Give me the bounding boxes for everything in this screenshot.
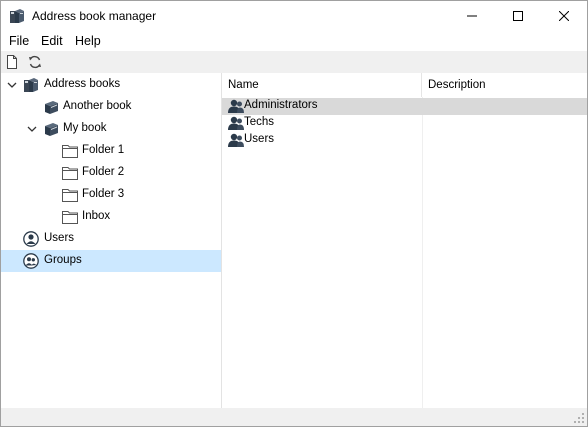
- book-icon: [43, 99, 59, 115]
- close-button[interactable]: [541, 1, 587, 31]
- list-row-users[interactable]: Users: [222, 132, 587, 149]
- refresh-button[interactable]: [27, 54, 43, 70]
- list-row-name: Users: [244, 133, 275, 145]
- new-document-icon: [7, 55, 17, 69]
- tree-item-label: Inbox: [82, 210, 111, 222]
- refresh-icon: [29, 55, 41, 69]
- folder-icon: [62, 187, 78, 203]
- group-icon: [228, 99, 244, 114]
- column-header-description[interactable]: Description: [422, 73, 587, 97]
- tree-item-users[interactable]: Users: [1, 228, 221, 250]
- tree-item-my-book[interactable]: My book: [1, 118, 221, 140]
- minimize-button[interactable]: [449, 1, 495, 31]
- menu-bar: File Edit Help: [1, 31, 587, 51]
- tree-item-label: Folder 1: [82, 144, 125, 156]
- tree-item-folder-1[interactable]: Folder 1: [1, 140, 221, 162]
- tree-item-folder-3[interactable]: Folder 3: [1, 184, 221, 206]
- group-icon: [228, 116, 244, 131]
- tree-item-folder-2[interactable]: Folder 2: [1, 162, 221, 184]
- resize-grip-icon[interactable]: [573, 412, 585, 424]
- folder-icon: [62, 143, 78, 159]
- menu-help[interactable]: Help: [75, 34, 101, 48]
- group-icon: [23, 253, 39, 269]
- menu-file[interactable]: File: [9, 34, 29, 48]
- tree-item-groups[interactable]: Groups: [1, 250, 221, 272]
- tree-item-label: Folder 3: [82, 188, 125, 200]
- title-bar[interactable]: Address book manager: [1, 1, 587, 31]
- list-row-administrators[interactable]: Administrators: [222, 98, 587, 115]
- chevron-down-icon[interactable]: [27, 124, 37, 134]
- tree-item-address-books[interactable]: Address books: [1, 74, 221, 96]
- minimize-icon: [467, 15, 477, 17]
- list-row-name: Administrators: [244, 99, 318, 111]
- user-icon: [23, 231, 39, 247]
- tree-item-label: Users: [44, 232, 75, 244]
- tree-item-label: Address books: [44, 78, 121, 90]
- tree-pane[interactable]: Address books Another book My book Folde…: [1, 73, 222, 408]
- group-icon: [228, 133, 244, 148]
- new-button[interactable]: [4, 54, 20, 70]
- maximize-button[interactable]: [495, 1, 541, 31]
- list-pane[interactable]: Name Description Administrators Techs Us…: [222, 73, 587, 408]
- address-books-icon: [9, 8, 25, 24]
- app-window: Address book manager File Edit Help Addr…: [0, 0, 588, 427]
- status-bar: [1, 408, 587, 426]
- tree-item-label: Groups: [44, 254, 82, 266]
- folder-icon: [62, 165, 78, 181]
- list-row-techs[interactable]: Techs: [222, 115, 587, 132]
- menu-edit[interactable]: Edit: [41, 34, 63, 48]
- chevron-down-icon[interactable]: [7, 80, 17, 90]
- toolbar: [1, 51, 587, 73]
- column-header-name[interactable]: Name: [222, 73, 422, 97]
- tree-item-label: Another book: [63, 100, 132, 112]
- folder-icon: [62, 209, 78, 225]
- tree-item-label: My book: [63, 122, 107, 134]
- address-books-icon: [23, 77, 39, 93]
- list-row-name: Techs: [244, 116, 275, 128]
- tree-item-label: Folder 2: [82, 166, 125, 178]
- close-icon: [559, 11, 569, 21]
- tree-item-inbox[interactable]: Inbox: [1, 206, 221, 228]
- maximize-icon: [513, 11, 523, 21]
- tree-item-another-book[interactable]: Another book: [1, 96, 221, 118]
- book-icon: [43, 121, 59, 137]
- window-title: Address book manager: [32, 9, 157, 23]
